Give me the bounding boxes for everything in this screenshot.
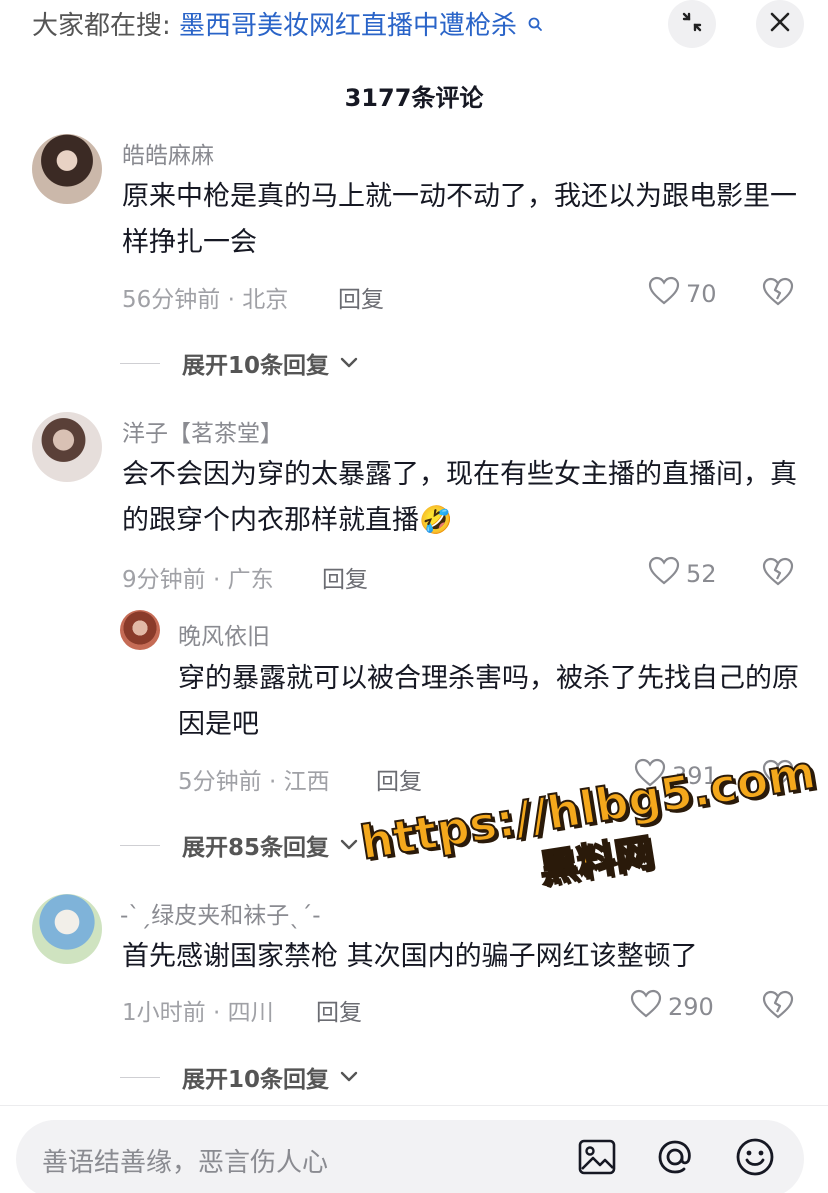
dislike-button[interactable]	[762, 990, 794, 1024]
comment-meta: 1小时前 · 四川	[122, 1000, 274, 1026]
heart-icon	[648, 276, 680, 312]
avatar[interactable]	[32, 894, 102, 964]
reply-button[interactable]: 回复	[376, 762, 422, 796]
comment-username[interactable]: -ˋˏ绿皮夹和袜子ˎˊ-	[120, 896, 321, 930]
reply-username[interactable]: 晚风依旧	[178, 617, 270, 651]
shrink-button[interactable]	[668, 0, 716, 48]
comment-input-placeholder: 善语结善缘，恶言伤人心	[42, 1148, 329, 1178]
expand-replies-label: 展开85条回复	[182, 835, 330, 861]
expand-replies-button[interactable]: 展开10条回复	[120, 1060, 359, 1094]
divider	[120, 844, 160, 846]
like-button[interactable]: 70	[648, 276, 717, 312]
close-icon	[769, 11, 791, 37]
comment-text: 原来中枪是真的马上就一动不动了，我还以为跟电影里一样挣扎一会	[122, 181, 797, 258]
expand-replies-button[interactable]: 展开10条回复	[120, 346, 359, 380]
comment-username[interactable]: 皓皓麻麻	[122, 136, 214, 170]
heart-icon	[648, 556, 680, 592]
watermark-url: https://hlbg5.com	[356, 744, 820, 871]
broken-heart-icon	[762, 557, 794, 591]
chevron-down-icon	[339, 1064, 359, 1090]
search-icon	[527, 8, 543, 44]
close-button[interactable]	[756, 0, 804, 48]
comment-username[interactable]: 洋子【茗茶堂】	[122, 414, 283, 448]
like-count: 290	[668, 993, 714, 1021]
emoji-button[interactable]	[734, 1138, 776, 1180]
search-suggestion-term[interactable]: 墨西哥美妆网红直播中遭枪杀	[179, 11, 517, 41]
avatar[interactable]	[32, 134, 102, 204]
comment-input-bar: 善语结善缘，恶言伤人心	[0, 1105, 828, 1193]
broken-heart-icon	[762, 759, 794, 793]
comment-meta: 9分钟前 · 广东	[122, 567, 274, 593]
broken-heart-icon	[762, 277, 794, 311]
dislike-button[interactable]	[762, 277, 794, 311]
header: 大家都在搜: 墨西哥美妆网红直播中遭枪杀	[0, 0, 828, 60]
comment-meta: 56分钟前 · 北京	[122, 287, 289, 313]
search-suggestion[interactable]: 大家都在搜: 墨西哥美妆网红直播中遭枪杀	[32, 8, 543, 44]
dislike-button[interactable]	[762, 557, 794, 591]
mention-button[interactable]	[654, 1138, 696, 1180]
like-button[interactable]: 290	[630, 989, 714, 1025]
divider	[120, 362, 160, 364]
heart-icon	[630, 989, 662, 1025]
chevron-down-icon	[339, 350, 359, 376]
like-count: 52	[686, 560, 717, 588]
comment-text-body: 会不会因为穿的太暴露了，现在有些女主播的直播间，真的跟穿个内衣那样就直播	[122, 459, 797, 536]
heart-icon	[634, 758, 666, 794]
divider	[120, 1076, 160, 1078]
emoji-icon	[735, 1137, 775, 1181]
expand-replies-label: 展开10条回复	[182, 353, 330, 379]
reply-button[interactable]: 回复	[322, 560, 368, 594]
dislike-button[interactable]	[762, 759, 794, 793]
expand-replies-button[interactable]: 展开85条回复	[120, 828, 359, 862]
like-button[interactable]: 391	[634, 758, 718, 794]
expand-replies-label: 展开10条回复	[182, 1067, 330, 1093]
search-suggestion-prefix: 大家都在搜:	[32, 11, 171, 41]
like-count: 391	[672, 762, 718, 790]
like-button[interactable]: 52	[648, 556, 717, 592]
avatar[interactable]	[32, 412, 102, 482]
comment-input[interactable]: 善语结善缘，恶言伤人心	[16, 1120, 804, 1193]
laughing-emoji: 🤣	[419, 505, 453, 536]
chevron-down-icon	[339, 832, 359, 858]
shrink-icon	[680, 10, 704, 38]
image-icon	[578, 1139, 616, 1179]
comment-count: 3177条评论	[344, 84, 484, 112]
reply-button[interactable]: 回复	[316, 993, 362, 1027]
watermark: https://hlbg5.com 黑料网	[356, 744, 827, 921]
reply-meta: 5分钟前 · 江西	[178, 769, 330, 795]
image-button[interactable]	[576, 1138, 618, 1180]
like-count: 70	[686, 280, 717, 308]
avatar[interactable]	[120, 610, 160, 650]
at-icon	[656, 1138, 694, 1180]
broken-heart-icon	[762, 990, 794, 1024]
comment-text: 会不会因为穿的太暴露了，现在有些女主播的直播间，真的跟穿个内衣那样就直播🤣	[122, 452, 802, 544]
reply-button[interactable]: 回复	[338, 280, 384, 314]
reply-text: 穿的暴露就可以被合理杀害吗，被杀了先找自己的原因是吧	[178, 663, 799, 740]
watermark-name: 黑料网	[536, 829, 657, 892]
comment-text: 首先感谢国家禁枪 其次国内的骗子网红该整顿了	[122, 941, 698, 972]
